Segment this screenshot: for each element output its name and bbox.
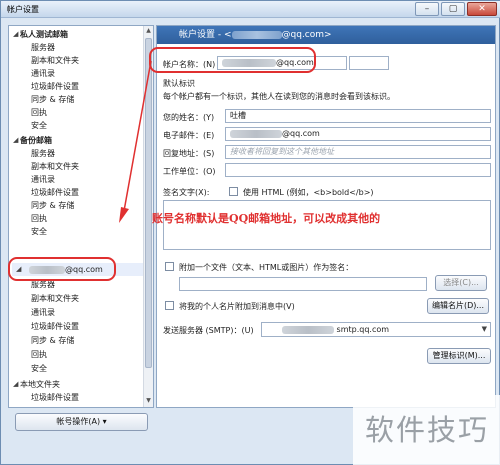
annotation-text: 账号名称默认是QQ邮箱地址，可以改成其他的 (152, 212, 381, 225)
highlight-qq-account (8, 257, 116, 281)
highlight-account-name (149, 47, 316, 73)
arrow-head-icon (119, 207, 129, 223)
watermark: 软件技巧 (353, 395, 500, 465)
annotation-arrow (123, 60, 152, 212)
account-settings-window: 帐户设置 – ▢ ✕ ◢ 私人测试邮箱 服务器 副本和文件夹 通讯录 垃圾邮件设… (0, 0, 500, 465)
